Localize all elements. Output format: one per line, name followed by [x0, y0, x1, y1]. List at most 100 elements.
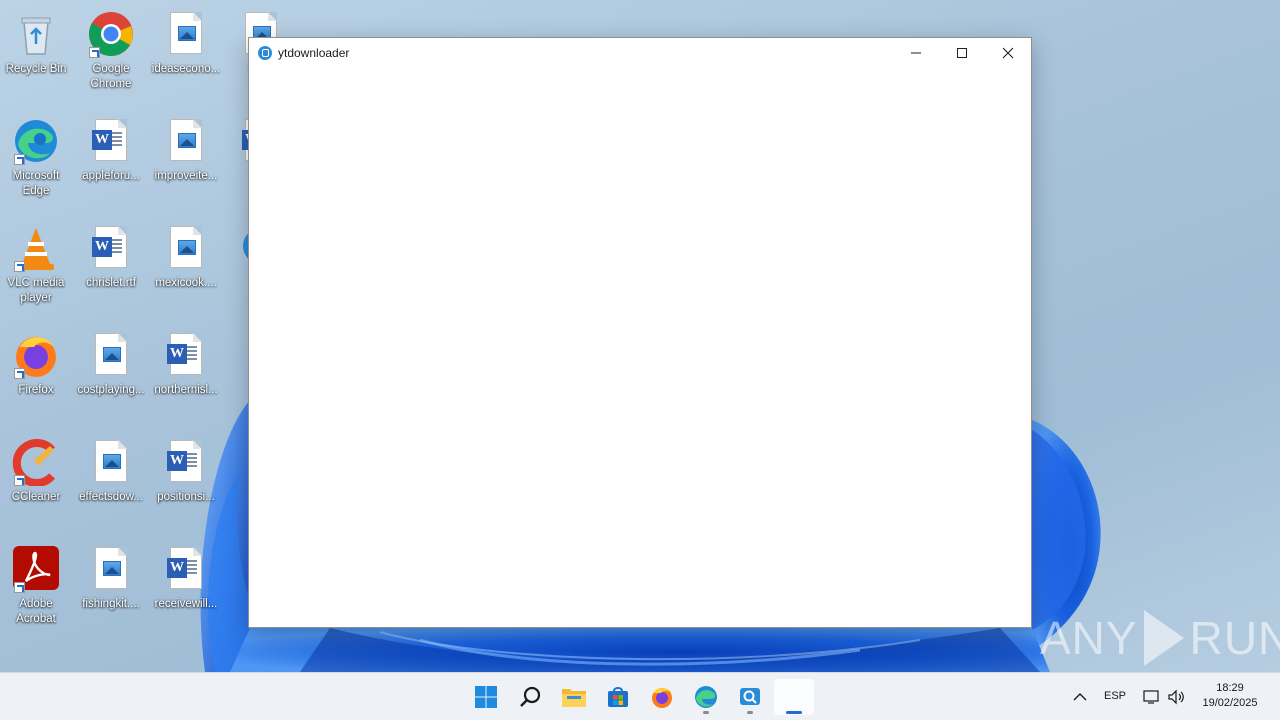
search-button[interactable] [510, 679, 550, 715]
ytdownloader-taskbar-button[interactable] [730, 679, 770, 715]
window-content [249, 67, 1031, 627]
image-file-mexicook[interactable]: mexicook.... [150, 218, 222, 318]
network-button[interactable] [1140, 679, 1164, 715]
desktop-icon-label: VLC media player [7, 277, 65, 304]
firefox-taskbar-button[interactable] [642, 679, 682, 715]
desktop-icon-label: effectsdow... [79, 491, 143, 503]
chrome-shortcut[interactable]: Google Chrome [75, 4, 147, 104]
image-file-icon [87, 331, 135, 379]
watermark-left: ANY [1040, 612, 1138, 664]
close-button[interactable] [985, 38, 1031, 67]
store-icon [608, 687, 628, 707]
word-file-icon: W [162, 545, 210, 593]
word-file-icon: W [87, 117, 135, 165]
start-button[interactable] [466, 679, 506, 715]
image-file-ideasecono[interactable]: ideasecono... [150, 4, 222, 104]
image-file-icon [162, 117, 210, 165]
maximize-icon [957, 47, 967, 58]
image-file-effectsdow[interactable]: effectsdow... [75, 432, 147, 532]
store-button[interactable] [598, 679, 638, 715]
file-explorer-icon [562, 689, 586, 707]
close-icon [1002, 47, 1014, 58]
speaker-icon [1168, 689, 1184, 705]
word-file-chrislet[interactable]: W chrislet.rtf [75, 218, 147, 318]
image-file-improveite[interactable]: improveite... [150, 111, 222, 211]
word-file-receivewill[interactable]: W receivewill... [150, 539, 222, 639]
word-file-northernisl[interactable]: W northernisl... [150, 325, 222, 425]
volume-button[interactable] [1164, 679, 1188, 715]
desktop-icon-label: improveite... [154, 170, 218, 182]
maximize-button[interactable] [939, 38, 985, 67]
image-file-costplaying[interactable]: costplaying... [75, 325, 147, 425]
clock[interactable]: 18:29 19/02/2025 [1190, 681, 1270, 711]
image-file-icon [162, 10, 210, 58]
desktop-icon-label: Adobe Acrobat [16, 598, 56, 625]
desktop-icon-label: receivewill... [154, 598, 218, 610]
recycle-bin-shortcut[interactable]: Recycle Bin [0, 4, 72, 104]
blank-window-taskbar-button[interactable] [774, 679, 814, 715]
start-icon [475, 686, 497, 708]
ytdownloader-icon [740, 688, 760, 705]
word-file-appleforu[interactable]: W appleforu... [75, 111, 147, 211]
ytdownloader-app-icon [258, 45, 272, 60]
taskbar: ESP 18:29 19/02/2025 [0, 672, 1280, 720]
active-indicator [786, 711, 802, 714]
vlc-icon [12, 224, 60, 272]
desktop: Recycle Bin Microsoft Edge VLC media pla… [0, 0, 1280, 672]
image-file-icon [87, 438, 135, 486]
running-indicator [747, 711, 753, 714]
play-icon [1143, 610, 1184, 666]
desktop-icon-label: Recycle Bin [5, 63, 67, 75]
desktop-icon-label: mexicook.... [155, 277, 217, 289]
chevron-up-icon [1073, 693, 1087, 701]
desktop-icon-label: fishingkit.... [82, 598, 140, 610]
anyrun-watermark: ANY RUN [1040, 608, 1280, 668]
desktop-icon-label: appleforu... [82, 170, 140, 182]
desktop-icon-label: Google Chrome [90, 63, 132, 90]
running-indicator [703, 711, 709, 714]
desktop-icon-label: Microsoft Edge [12, 170, 60, 197]
clock-date: 19/02/2025 [1202, 697, 1258, 709]
desktop-icon-label: Firefox [18, 384, 54, 396]
firefox-icon [12, 331, 60, 379]
watermark-right: RUN [1189, 612, 1280, 664]
image-file-icon [162, 224, 210, 272]
image-file-fishingkit[interactable]: fishingkit.... [75, 539, 147, 639]
search-icon [520, 686, 541, 707]
edge-icon [695, 686, 717, 708]
clock-time: 18:29 [1216, 682, 1244, 694]
desktop-icon-label: CCleaner [11, 491, 61, 503]
vlc-shortcut[interactable]: VLC media player [0, 218, 72, 318]
language-indicator[interactable]: ESP [1104, 690, 1126, 702]
ccleaner-shortcut[interactable]: CCleaner [0, 432, 72, 532]
network-icon [1143, 690, 1159, 704]
desktop-icon-label: chrislet.rtf [86, 277, 136, 289]
acrobat-icon [12, 545, 60, 593]
firefox-shortcut[interactable]: Firefox [0, 325, 72, 425]
word-file-icon: W [162, 438, 210, 486]
edge-icon [12, 117, 60, 165]
image-file-icon [87, 545, 135, 593]
blank-window-icon [784, 687, 804, 707]
window-title: ytdownloader [278, 45, 350, 60]
window-titlebar[interactable]: ytdownloader [249, 38, 1031, 67]
ccleaner-icon [12, 438, 60, 487]
app-window[interactable]: ytdownloader [248, 37, 1032, 628]
edge-shortcut[interactable]: Microsoft Edge [0, 111, 72, 211]
minimize-icon [911, 52, 921, 53]
minimize-button[interactable] [893, 38, 939, 67]
word-file-icon: W [162, 331, 210, 379]
firefox-icon [652, 688, 672, 708]
word-file-icon: W [87, 224, 135, 272]
file-explorer-button[interactable] [554, 679, 594, 715]
recycle-bin-icon [12, 10, 60, 58]
desktop-icon-label: costplaying... [77, 384, 145, 396]
word-file-positionsi[interactable]: W positionsi... [150, 432, 222, 532]
edge-taskbar-button[interactable] [686, 679, 726, 715]
show-hidden-icons-button[interactable] [1066, 679, 1094, 715]
desktop-icon-label: northernisl... [154, 384, 218, 396]
desktop-icon-label: ideasecono... [151, 63, 221, 75]
acrobat-shortcut[interactable]: Adobe Acrobat [0, 539, 72, 639]
chrome-icon [87, 10, 135, 58]
desktop-icon-label: positionsi... [157, 491, 215, 503]
